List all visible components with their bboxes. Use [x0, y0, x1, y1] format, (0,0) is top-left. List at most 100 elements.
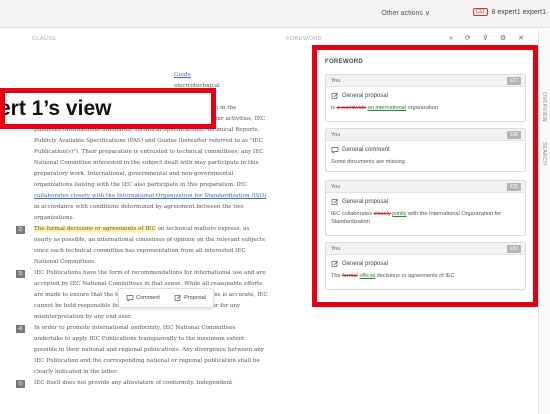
user-menu[interactable]: CD 8 expert1 expert1	[472, 8, 546, 16]
card-text-part: IEC collaborates	[331, 211, 374, 217]
doc-text: organizations.	[34, 215, 75, 221]
doc-text: undertake to apply IEC Publications tran…	[34, 336, 245, 342]
card-number: 130	[506, 245, 521, 253]
card-type: General comment	[326, 141, 525, 154]
doc-text: collaborates closely with the Internatio…	[34, 193, 267, 199]
card-number: 126	[506, 131, 521, 139]
card-type: General proposal	[326, 87, 525, 100]
card-text: Some documents are missing.	[331, 159, 407, 165]
card-author: You	[331, 246, 341, 252]
doc-text: since each technical committee has repre…	[34, 248, 246, 254]
doc-text: nearly as possible, an international con…	[34, 237, 265, 243]
card-type-label: General proposal	[342, 261, 389, 267]
doc-text: (hereafter referred to as "IEC	[176, 138, 263, 144]
doc-text: possible in their national and regional …	[34, 347, 264, 353]
doc-text: organizations liaising with the IEC also…	[34, 182, 248, 188]
card-header: You 125	[326, 181, 525, 193]
document-pane: CLAUSE FOREWORD Guide electrotechnical t…	[0, 30, 330, 414]
top-bar: Other actions ∨ CD 8 expert1 expert1	[0, 0, 550, 28]
doc-text: in accordance with conditions determined…	[34, 204, 244, 210]
card-type: General proposal	[326, 255, 525, 268]
inserted-text: jointly	[392, 211, 407, 217]
right-sidebar: OVERVIEW SEARCH	[538, 30, 550, 414]
card-text: is a worldwide an international organiza…	[326, 100, 525, 116]
card-text-part: organization	[405, 105, 438, 111]
edit-icon	[331, 93, 338, 99]
doc-text: on technical matters express, as	[155, 226, 250, 232]
doc-text: preparatory work. International, governm…	[34, 171, 234, 177]
paragraph-4[interactable]: 4) In order to promote international uni…	[16, 323, 320, 378]
doc-header: CLAUSE FOREWORD	[32, 36, 322, 42]
card-text-part: decisions or agreements of IEC	[375, 273, 455, 279]
paragraph-2[interactable]: 2) The formal decisions or agreements of…	[16, 224, 320, 268]
paragraph-number: 4)	[16, 325, 25, 333]
proposal-button-label: Proposal	[184, 295, 206, 301]
card-type: General proposal	[326, 193, 525, 206]
settings-icon[interactable]: ⚙	[500, 34, 506, 42]
selected-text[interactable]: The formal decisions or agreements of IE…	[34, 226, 156, 232]
card-type-label: General comment	[342, 147, 390, 153]
card-text: IEC collaborates closely jointly with th…	[326, 206, 525, 230]
user-badge: CD	[472, 8, 488, 16]
filter-icon[interactable]: ⊽	[483, 34, 488, 42]
doc-text: clearly indicated in the latter.	[34, 369, 118, 375]
card-header: You 127	[326, 75, 525, 87]
card-type-label: General proposal	[342, 93, 389, 99]
foreword-comments-panel: FOREWORD You 127 General proposal is a w…	[312, 45, 538, 307]
doc-text: IEC Publications have the form of recomm…	[34, 270, 266, 276]
doc-text: National Committee interested in the sub…	[34, 160, 259, 166]
close-icon[interactable]: ✕	[518, 34, 524, 42]
doc-text: Publication(s)"). Their preparation is e…	[34, 149, 264, 155]
comment-card[interactable]: You 126 General comment Some documents a…	[325, 128, 526, 172]
inserted-text: an international	[367, 105, 406, 111]
doc-text: IEC Publication and the corresponding na…	[34, 358, 260, 364]
doc-text: In order to promote international unifor…	[34, 325, 236, 331]
card-author: You	[331, 132, 341, 138]
inserted-text: official	[359, 273, 376, 279]
user-name: 8 expert1 expert1	[491, 8, 546, 16]
panel-title: FOREWORD	[325, 59, 364, 65]
card-type-label: General proposal	[342, 199, 389, 205]
doc-text: misinterpretation by any end user.	[34, 314, 132, 320]
card-header: You 130	[326, 243, 525, 255]
search-tab[interactable]: SEARCH	[541, 142, 547, 165]
panel-toolbar: » ⟳ ⊽ ⚙ ✕	[330, 30, 538, 46]
comment-button-label: Comment	[136, 295, 160, 301]
proposal-card[interactable]: You 127 General proposal is a worldwide …	[325, 74, 526, 122]
card-number: 125	[506, 183, 521, 191]
refresh-icon[interactable]: ⟳	[465, 34, 471, 42]
doc-text: National Committees.	[34, 259, 96, 265]
section-heading: FOREWORD	[286, 36, 322, 42]
edit-icon	[331, 199, 338, 205]
card-text: The formal official decisions or agreeme…	[326, 268, 525, 284]
paragraph-5[interactable]: 5) IEC itself does not provide any attes…	[16, 378, 320, 389]
doc-text: Publicly Available Specifications (PAS) …	[34, 138, 177, 144]
paragraph-number: 5)	[16, 380, 25, 388]
selection-popover: Comment Proposal	[118, 288, 214, 308]
proposal-button[interactable]: Proposal	[174, 294, 206, 302]
card-header: You 126	[326, 129, 525, 141]
comment-icon	[126, 295, 134, 302]
proposal-card[interactable]: You 130 General proposal The formal offi…	[325, 242, 526, 290]
paragraph-1-cont[interactable]: electrical and electronic fields. To thi…	[34, 114, 320, 224]
card-number: 127	[506, 77, 521, 85]
view-label-callout: ert 1’s view	[0, 88, 216, 129]
doc-text: IEC itself does not provide any attestat…	[34, 380, 233, 386]
paragraph-number: 3)	[16, 270, 25, 278]
card-author: You	[331, 184, 341, 190]
view-label-text: ert 1’s view	[0, 97, 112, 120]
card-text-part: The	[331, 273, 343, 279]
other-actions-menu[interactable]: Other actions ∨	[381, 9, 430, 17]
proposal-card[interactable]: You 125 General proposal IEC collaborate…	[325, 180, 526, 236]
card-author: You	[331, 78, 341, 84]
edit-icon	[331, 261, 338, 267]
deleted-text: formal	[342, 273, 358, 279]
deleted-text: closely	[373, 211, 391, 217]
comment-button[interactable]: Comment	[126, 294, 160, 302]
comment-icon	[331, 147, 339, 154]
collapse-icon[interactable]: »	[449, 35, 453, 42]
deleted-text: a worldwide	[336, 105, 367, 111]
overview-tab[interactable]: OVERVIEW	[541, 92, 547, 122]
paragraph-number: 2)	[16, 226, 25, 234]
clause-heading: CLAUSE	[32, 36, 57, 42]
